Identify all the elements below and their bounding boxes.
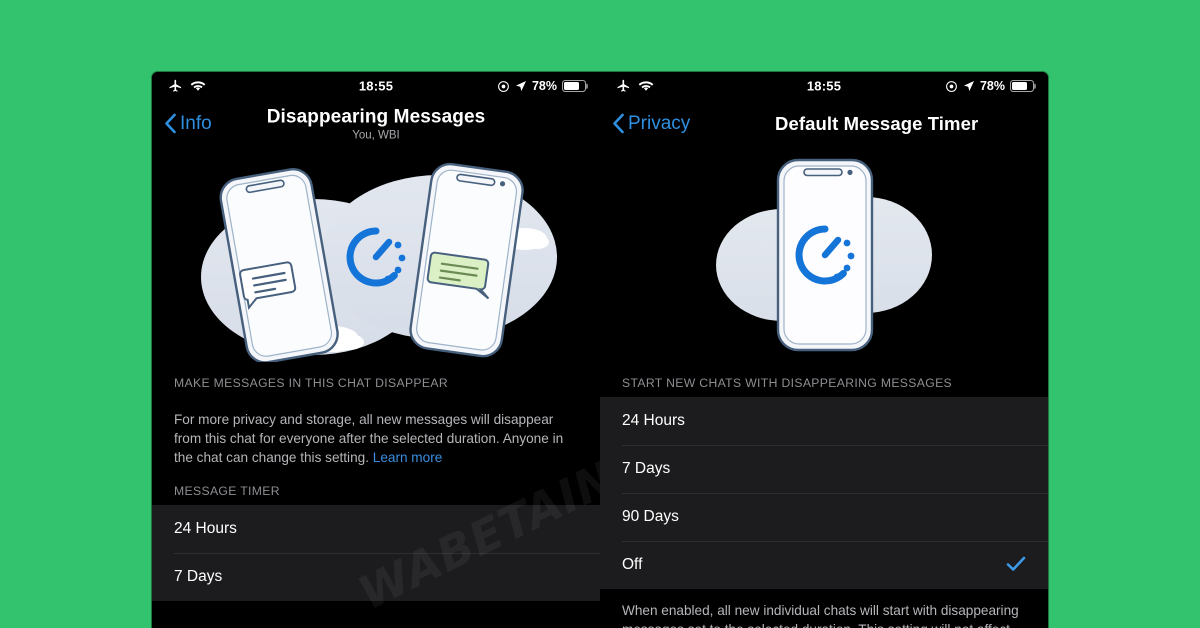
option-label: 7 Days — [622, 460, 671, 477]
page-subtitle: You, WBI — [352, 129, 400, 141]
back-button-privacy[interactable]: Privacy — [612, 113, 690, 135]
section-header-start-new-chats: START NEW CHATS WITH DISAPPEARING MESSAG… — [600, 376, 1048, 397]
focus-icon — [497, 80, 510, 93]
battery-percent-label: 78% — [531, 79, 557, 93]
status-bar-right-icons: 78% — [945, 79, 1034, 93]
list-item[interactable]: 90 Days — [600, 493, 1048, 541]
page-title: Default Message Timer — [775, 112, 979, 134]
back-button-label: Info — [180, 112, 212, 134]
nav-bar-left: Info Disappearing Messages You, WBI — [152, 100, 600, 147]
right-phone-screen: 18:55 78% Privacy Default Message Timer … — [600, 72, 1048, 628]
list-item[interactable]: 24 Hours — [600, 397, 1048, 445]
default-message-timer-list: 24 Hours 7 Days 90 Days Off — [600, 397, 1048, 589]
message-timer-list: 24 Hours 7 Days — [152, 505, 600, 601]
single-phone-timer-illustration — [600, 147, 1048, 362]
focus-icon — [945, 80, 958, 93]
option-label: 24 Hours — [174, 520, 237, 537]
back-button-info[interactable]: Info — [164, 113, 212, 135]
default-timer-footnote: When enabled, all new individual chats w… — [600, 589, 1048, 628]
location-arrow-icon — [515, 80, 527, 92]
battery-percent-label: 78% — [979, 79, 1005, 93]
nav-title-group-left: Disappearing Messages You, WBI — [152, 106, 600, 141]
status-bar-left: 18:55 78% — [152, 72, 600, 100]
chevron-left-icon — [164, 113, 177, 134]
screenshot-stage: 18:55 78% Info Disappearing Messages You… — [152, 72, 1048, 628]
list-item[interactable]: 24 Hours — [152, 505, 600, 553]
chevron-left-icon — [612, 113, 625, 134]
page-title: Disappearing Messages — [266, 106, 486, 127]
list-item[interactable]: 7 Days — [152, 553, 600, 601]
nav-bar-right: Privacy Default Message Timer — [600, 100, 1048, 147]
option-label: 7 Days — [174, 568, 223, 585]
battery-icon — [562, 80, 586, 92]
two-phones-timer-illustration — [152, 147, 600, 362]
disappearing-messages-description: For more privacy and storage, all new me… — [152, 410, 600, 467]
battery-icon — [1010, 80, 1034, 92]
learn-more-link[interactable]: Learn more — [373, 450, 443, 465]
left-phone-screen: 18:55 78% Info Disappearing Messages You… — [152, 72, 600, 628]
checkmark-icon — [1006, 556, 1026, 575]
back-button-label: Privacy — [628, 112, 691, 134]
status-bar-right-icons: 78% — [497, 79, 586, 93]
option-label: Off — [622, 556, 643, 573]
description-text: For more privacy and storage, all new me… — [174, 412, 564, 465]
section-header-make-messages-disappear: MAKE MESSAGES IN THIS CHAT DISAPPEAR — [152, 376, 600, 397]
list-item[interactable]: Off — [600, 541, 1048, 589]
option-label: 24 Hours — [622, 412, 685, 429]
list-item[interactable]: 7 Days — [600, 445, 1048, 493]
location-arrow-icon — [963, 80, 975, 92]
option-label: 90 Days — [622, 508, 679, 525]
status-bar-right: 18:55 78% — [600, 72, 1048, 100]
section-header-message-timer: MESSAGE TIMER — [152, 484, 600, 505]
